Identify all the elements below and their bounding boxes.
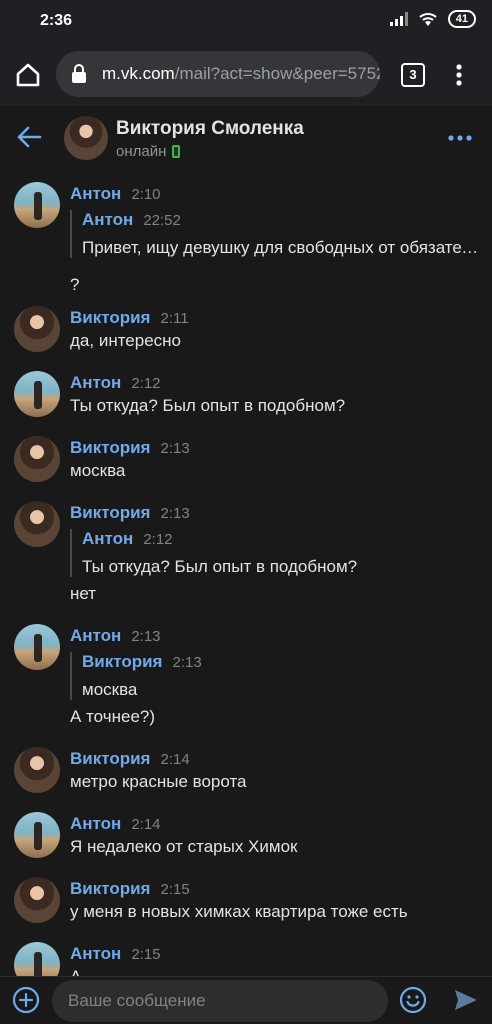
message-author[interactable]: Виктория 2:14 bbox=[70, 749, 190, 769]
message-time: 2:13 bbox=[160, 505, 190, 522]
message-text: метро красные ворота bbox=[70, 772, 247, 791]
message-text: да, интересно bbox=[70, 331, 182, 350]
url-path: /mail?act=show&peer=5752 bbox=[174, 64, 380, 83]
forwarded-author: Антон 2:12 bbox=[82, 529, 173, 548]
sender-avatar[interactable] bbox=[14, 371, 60, 417]
message-author[interactable]: Антон 2:13 bbox=[70, 626, 161, 646]
forwarded-text: Привет, ищу девушку для свободных от обя… bbox=[82, 238, 480, 257]
url-text[interactable]: m.vk.com/mail?act=show&peer=5752 bbox=[102, 64, 380, 84]
sender-avatar[interactable] bbox=[14, 812, 60, 858]
message-author[interactable]: Антон 2:10 bbox=[70, 184, 161, 204]
sender-avatar[interactable] bbox=[14, 182, 60, 228]
message-time: 2:14 bbox=[160, 751, 190, 768]
message-time: 2:15 bbox=[160, 881, 190, 898]
message-time: 2:10 bbox=[131, 186, 161, 203]
online-status-text: онлайн bbox=[116, 143, 167, 160]
forwarded-text: москва bbox=[82, 680, 138, 699]
forwarded-author: Виктория 2:13 bbox=[82, 652, 202, 671]
signal-icon bbox=[389, 12, 408, 26]
emoji-icon[interactable] bbox=[399, 986, 427, 1014]
sender-avatar[interactable] bbox=[14, 747, 60, 793]
status-time: 2:36 bbox=[40, 12, 73, 29]
message-text: Ты откуда? Был опыт в подобном? bbox=[70, 396, 346, 415]
chat-header: Виктория Смоленка онлайн bbox=[0, 106, 492, 170]
status-icons: 41 bbox=[389, 10, 476, 28]
message-text: А bbox=[70, 967, 81, 976]
message-time: 2:14 bbox=[131, 816, 161, 833]
sender-avatar[interactable] bbox=[14, 501, 60, 547]
forwarded-message[interactable]: Виктория 2:13 москва bbox=[70, 652, 480, 700]
lock-icon[interactable] bbox=[70, 64, 88, 84]
forwarded-author: Антон 22:52 bbox=[82, 210, 181, 229]
forwarded-message[interactable]: Антон 2:12 Ты откуда? Был опыт в подобном… bbox=[70, 529, 480, 577]
contact-name[interactable]: Виктория Смоленка bbox=[116, 118, 304, 140]
message-text: Я недалеко от старых Химок bbox=[70, 837, 298, 856]
sender-avatar[interactable] bbox=[14, 624, 60, 670]
attach-plus-icon[interactable] bbox=[12, 986, 40, 1014]
message-composer: Ваше сообщение bbox=[0, 976, 492, 1024]
status-bar: 2:36 41 bbox=[0, 0, 492, 44]
message-text: ? bbox=[70, 275, 80, 294]
message-text: нет bbox=[70, 584, 97, 603]
kebab-menu-icon[interactable] bbox=[456, 64, 462, 86]
forwarded-text: Ты откуда? Был опыт в подобном? bbox=[82, 557, 358, 576]
message-author[interactable]: Антон 2:15 bbox=[70, 944, 161, 964]
send-icon[interactable] bbox=[453, 987, 479, 1013]
message-time: 2:15 bbox=[131, 946, 161, 963]
message-text: А точнее?) bbox=[70, 707, 156, 726]
url-host: m.vk.com bbox=[102, 64, 175, 83]
forwarded-time: 2:13 bbox=[172, 654, 202, 671]
message-author[interactable]: Виктория 2:11 bbox=[70, 308, 189, 328]
message-author[interactable]: Виктория 2:13 bbox=[70, 503, 190, 523]
message-author[interactable]: Виктория 2:13 bbox=[70, 438, 190, 458]
message-text: у меня в новых химках квартира тоже есть bbox=[70, 902, 408, 921]
mobile-online-icon bbox=[172, 145, 181, 158]
battery-indicator: 41 bbox=[447, 10, 476, 28]
contact-status: онлайн bbox=[116, 143, 181, 160]
message-author[interactable]: Антон 2:12 bbox=[70, 373, 161, 393]
message-time: 2:11 bbox=[160, 310, 189, 327]
sender-avatar[interactable] bbox=[14, 436, 60, 482]
back-arrow-icon[interactable] bbox=[16, 124, 42, 150]
sender-avatar[interactable] bbox=[14, 942, 60, 976]
wifi-icon bbox=[419, 13, 437, 26]
forwarded-message[interactable]: Антон 22:52 Привет, ищу девушку для свобо… bbox=[70, 210, 480, 258]
message-text: москва bbox=[70, 461, 126, 480]
message-input[interactable]: Ваше сообщение bbox=[52, 980, 388, 1022]
address-bar[interactable]: m.vk.com/mail?act=show&peer=5752 bbox=[56, 51, 380, 97]
message-time: 2:13 bbox=[131, 628, 161, 645]
message-author[interactable]: Антон 2:14 bbox=[70, 814, 161, 834]
message-list[interactable]: Антон 2:10 Антон 22:52 Привет, ищу девушку… bbox=[0, 170, 492, 976]
more-options-icon[interactable] bbox=[448, 135, 472, 141]
contact-avatar[interactable] bbox=[64, 116, 108, 160]
message-author[interactable]: Виктория 2:15 bbox=[70, 879, 190, 899]
sender-avatar[interactable] bbox=[14, 306, 60, 352]
message-time: 2:13 bbox=[160, 440, 190, 457]
forwarded-time: 2:12 bbox=[143, 531, 173, 548]
forwarded-time: 22:52 bbox=[143, 212, 181, 229]
tab-switcher-button[interactable]: 3 bbox=[401, 63, 425, 87]
sender-avatar[interactable] bbox=[14, 877, 60, 923]
home-icon[interactable] bbox=[14, 61, 42, 89]
browser-toolbar: m.vk.com/mail?act=show&peer=5752 3 bbox=[0, 44, 492, 106]
message-time: 2:12 bbox=[131, 375, 161, 392]
